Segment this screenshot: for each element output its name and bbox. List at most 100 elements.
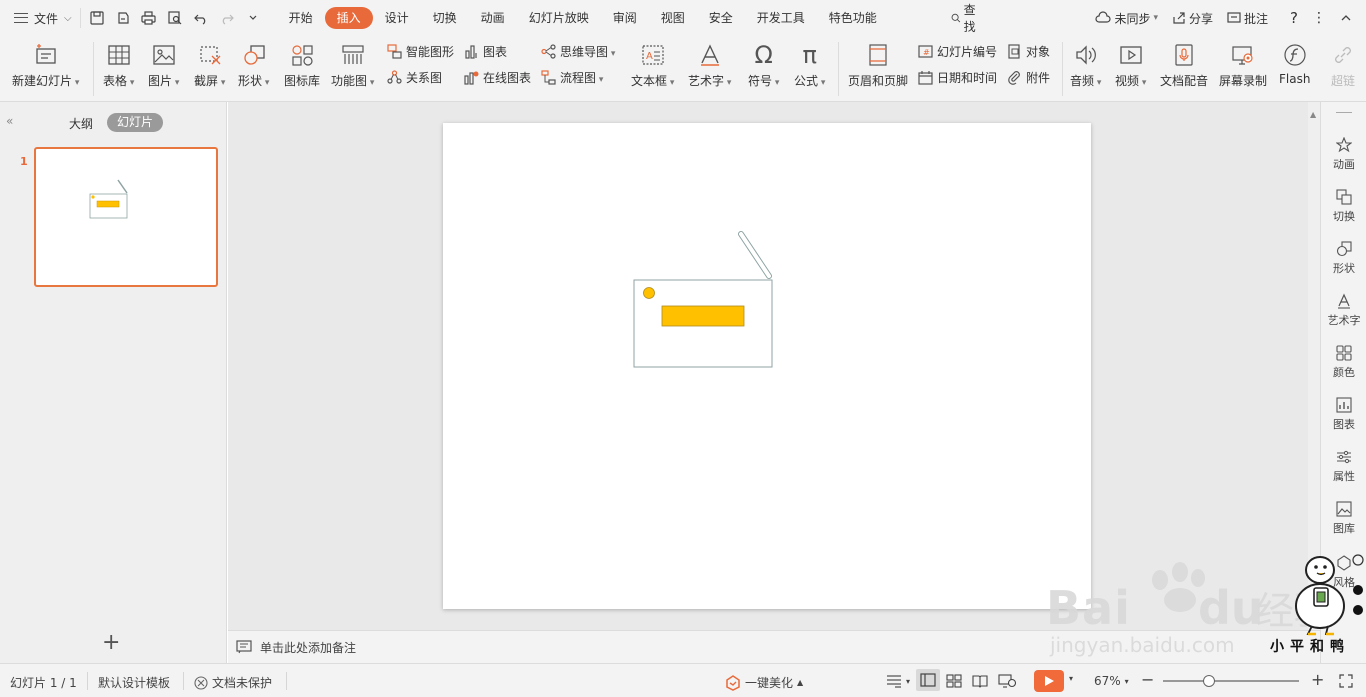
icon-library-button[interactable]: 图标库: [284, 42, 320, 89]
doc-voice-button[interactable]: 文档配音: [1160, 42, 1208, 89]
add-slide-button[interactable]: +: [102, 630, 120, 655]
undo-icon[interactable]: [193, 10, 209, 26]
wordart-button[interactable]: 艺术字: [688, 42, 731, 89]
tab-10[interactable]: 特色功能: [817, 7, 889, 29]
new-slide-button[interactable]: 新建幻灯片: [12, 42, 79, 89]
zoom-slider-knob[interactable]: [1203, 675, 1215, 687]
shape-button[interactable]: 形状: [238, 42, 269, 89]
smart-shape-button[interactable]: 智能图形: [387, 43, 454, 60]
rp-gallery[interactable]: 图库: [1321, 500, 1366, 536]
tab-0[interactable]: 开始: [277, 7, 325, 29]
reading-view-button[interactable]: [972, 674, 988, 688]
picture-button[interactable]: 图片: [148, 42, 179, 89]
rp-wordart[interactable]: 艺术字: [1321, 292, 1366, 328]
normal-view-button[interactable]: [916, 669, 940, 691]
yellow-circle-shape[interactable]: [643, 287, 655, 299]
zoom-in-button[interactable]: +: [1311, 670, 1324, 689]
slide-thumbnail[interactable]: [34, 147, 218, 287]
play-options-chevron-icon[interactable]: ▾: [1069, 674, 1073, 683]
symbol-button[interactable]: Ω 符号: [748, 41, 779, 89]
sync-button[interactable]: 未同步 ▾: [1095, 10, 1158, 27]
chart-button[interactable]: 图表: [464, 43, 507, 60]
beautify-label: 一键美化: [745, 676, 794, 690]
save-icon[interactable]: [89, 10, 105, 26]
textbox-button[interactable]: A 文本框: [631, 42, 674, 89]
speaker-icon: [1073, 42, 1099, 68]
redo-icon[interactable]: [219, 10, 235, 26]
header-footer-button[interactable]: 页眉和页脚: [848, 42, 908, 89]
one-click-beautify-button[interactable]: 一键美化 ▲: [725, 674, 803, 691]
rp-animation[interactable]: 动画: [1321, 136, 1366, 172]
tab-9[interactable]: 开发工具: [745, 7, 817, 29]
align-menu-button[interactable]: ▾: [886, 674, 910, 688]
slide-page[interactable]: [443, 123, 1091, 609]
design-template[interactable]: 默认设计模板: [98, 674, 170, 691]
tab-slides[interactable]: 幻灯片: [107, 113, 163, 132]
attachment-button[interactable]: 附件: [1007, 69, 1050, 86]
slide-sorter-button[interactable]: [946, 674, 962, 688]
new-slide-label: 新建幻灯片: [12, 72, 79, 89]
screenshot-button[interactable]: 截屏: [194, 42, 225, 89]
svg-text:A: A: [646, 51, 653, 62]
slide-number-button[interactable]: # 幻灯片编号: [918, 43, 997, 60]
zoom-slider[interactable]: [1163, 675, 1299, 687]
flowchart-button[interactable]: 流程图: [541, 69, 603, 86]
search-button[interactable]: 查找: [951, 1, 980, 35]
yellow-rectangle-shape[interactable]: [661, 305, 745, 327]
rp-shape[interactable]: 形状: [1321, 240, 1366, 276]
tab-6[interactable]: 审阅: [601, 7, 649, 29]
notes-bar[interactable]: 单击此处添加备注: [228, 630, 1320, 663]
help-button[interactable]: ?: [1290, 9, 1298, 27]
mind-map-button[interactable]: 思维导图: [541, 43, 615, 60]
tag-string-shape[interactable]: [738, 231, 772, 279]
tab-4[interactable]: 动画: [469, 7, 517, 29]
print-preview-icon[interactable]: [167, 10, 183, 26]
collapse-ribbon-button[interactable]: [1340, 13, 1352, 23]
play-slideshow-button[interactable]: [1034, 670, 1064, 692]
print-icon[interactable]: [141, 10, 157, 26]
tab-1[interactable]: 插入: [324, 7, 373, 29]
online-chart-button[interactable]: 在线图表: [464, 69, 531, 86]
table-button[interactable]: 表格: [103, 42, 134, 89]
formula-button[interactable]: π 公式: [794, 41, 825, 89]
screen-record-button[interactable]: 屏幕录制: [1219, 42, 1267, 89]
zoom-out-button[interactable]: −: [1141, 670, 1154, 689]
vertical-scrollbar[interactable]: ▲ ▼: [1308, 102, 1320, 630]
customize-quick-access-icon[interactable]: [245, 10, 261, 26]
comment-button[interactable]: 批注: [1227, 10, 1268, 27]
tab-8[interactable]: 安全: [697, 7, 745, 29]
scroll-down-icon[interactable]: ▼: [1310, 615, 1316, 624]
flash-button[interactable]: Flash: [1279, 42, 1310, 86]
tab-3[interactable]: 切换: [421, 7, 469, 29]
audio-button[interactable]: 音频: [1070, 42, 1101, 89]
share-button[interactable]: 分享: [1172, 10, 1213, 27]
collapse-panel-icon[interactable]: «: [6, 114, 13, 128]
relation-chart-button[interactable]: 关系图: [387, 69, 442, 86]
more-button[interactable]: ⋮: [1312, 10, 1326, 26]
notes-placeholder[interactable]: 单击此处添加备注: [260, 639, 356, 656]
fit-window-button[interactable]: [1339, 674, 1353, 688]
chevron-down-icon: ▾: [1124, 676, 1129, 686]
object-button[interactable]: 对象: [1007, 43, 1050, 60]
tab-5[interactable]: 幻灯片放映: [517, 7, 601, 29]
rp-property[interactable]: 属性: [1321, 448, 1366, 484]
tab-2[interactable]: 设计: [373, 7, 421, 29]
rp-style[interactable]: 风格: [1321, 554, 1366, 590]
scroll-up-icon[interactable]: ▲: [1310, 110, 1316, 119]
export-pdf-icon[interactable]: [115, 10, 131, 26]
rp-color[interactable]: 颜色: [1321, 344, 1366, 380]
document-protection[interactable]: 文档未保护: [194, 674, 272, 691]
function-chart-button[interactable]: 功能图: [331, 42, 374, 89]
hyperlink-button[interactable]: 超链: [1330, 42, 1356, 89]
rp-chart[interactable]: 图表: [1321, 396, 1366, 432]
video-button[interactable]: 视频: [1115, 42, 1146, 89]
zoom-level[interactable]: 67% ▾: [1094, 674, 1129, 688]
wordart-icon: [1335, 292, 1353, 310]
tab-outline[interactable]: 大纲: [69, 115, 93, 132]
rp-transition[interactable]: 切换: [1321, 188, 1366, 224]
date-time-button[interactable]: 日期和时间: [918, 69, 997, 86]
tab-7[interactable]: 视图: [649, 7, 697, 29]
presenter-icon: [998, 674, 1016, 688]
presenter-view-button[interactable]: [998, 674, 1016, 688]
file-menu[interactable]: 文件 ⌵: [0, 0, 80, 36]
